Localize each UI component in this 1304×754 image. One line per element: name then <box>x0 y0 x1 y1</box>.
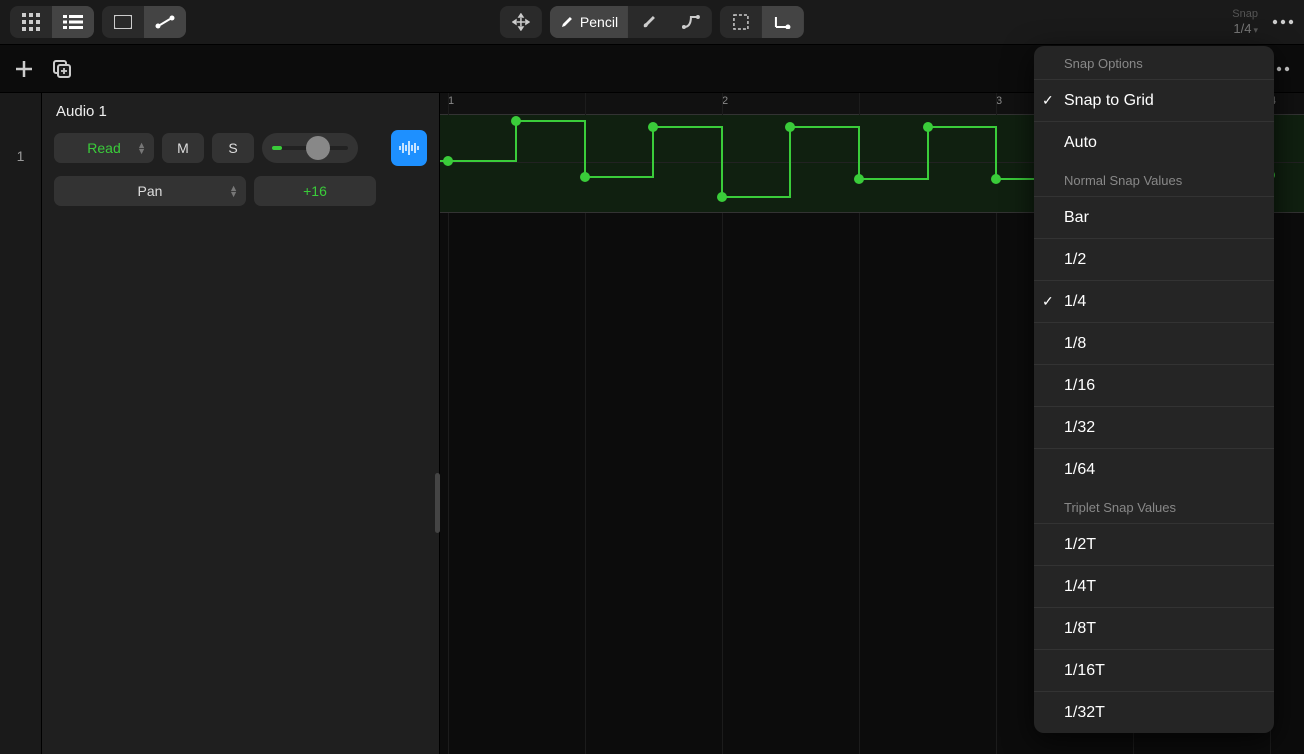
add-track-button[interactable] <box>14 59 34 79</box>
top-toolbar: Pencil Snap 1/4▾ <box>0 0 1304 45</box>
scroll-thumb[interactable] <box>435 473 440 533</box>
pencil-label: Pencil <box>580 14 618 30</box>
snap-label: Snap <box>1232 8 1258 21</box>
track-header-left <box>14 59 72 79</box>
updown-icon: ▲▼ <box>137 142 146 155</box>
track-index: 1 <box>17 148 25 164</box>
snap-value-item[interactable]: ✓1/4 <box>1034 280 1274 322</box>
edit-tool-group: Pencil <box>550 6 712 38</box>
automation-mode-selector[interactable]: Read ▲▼ <box>54 133 154 163</box>
snap-value-item[interactable]: 1/16 <box>1034 364 1274 406</box>
snap-value-item[interactable]: 1/32T <box>1034 691 1274 733</box>
snap-value-item[interactable]: 1/2T <box>1034 523 1274 565</box>
normal-snap-header: Normal Snap Values <box>1034 163 1274 196</box>
param-value: +16 <box>303 183 327 199</box>
track-inspector-panel: Audio 1 Read ▲▼ M S Pan ▲▼ +16 <box>42 93 440 754</box>
snap-value-item[interactable]: 1/16T <box>1034 649 1274 691</box>
snap-display[interactable]: Snap 1/4▾ <box>1232 8 1258 37</box>
track-name-label[interactable]: Audio 1 <box>56 103 427 120</box>
snap-options-popup: Snap Options ✓ Snap to Grid Auto Normal … <box>1034 46 1274 733</box>
view-mode-group <box>10 6 94 38</box>
snap-value-item[interactable]: 1/8T <box>1034 607 1274 649</box>
triplet-snap-header: Triplet Snap Values <box>1034 490 1274 523</box>
automation-view-button[interactable] <box>144 6 186 38</box>
snap-value-item[interactable]: 1/64 <box>1034 448 1274 490</box>
automation-value-field[interactable]: +16 <box>254 176 376 206</box>
chevron-down-icon: ▾ <box>1253 25 1258 35</box>
snap-value-item[interactable]: Bar <box>1034 196 1274 238</box>
updown-icon: ▲▼ <box>229 185 238 198</box>
automation-select-button[interactable] <box>762 6 804 38</box>
move-tool-group <box>500 6 542 38</box>
track-index-gutter: 1 <box>0 93 42 754</box>
display-mode-group <box>102 6 186 38</box>
snap-value-item[interactable]: 1/4T <box>1034 565 1274 607</box>
volume-slider[interactable] <box>262 133 358 163</box>
pencil-tool-button[interactable]: Pencil <box>550 6 628 38</box>
param-label: Pan <box>138 183 163 199</box>
automation-mode-label: Read <box>87 140 120 156</box>
duplicate-track-button[interactable] <box>52 59 72 79</box>
curve-tool-button[interactable] <box>670 6 712 38</box>
slider-knob[interactable] <box>306 136 330 160</box>
waveform-button[interactable] <box>391 130 427 166</box>
move-tool-button[interactable] <box>500 6 542 38</box>
selection-tool-group <box>720 6 804 38</box>
more-menu-button[interactable] <box>1272 19 1294 25</box>
snap-value-item[interactable]: 1/2 <box>1034 238 1274 280</box>
list-view-button[interactable] <box>52 6 94 38</box>
snap-value-item[interactable]: 1/8 <box>1034 322 1274 364</box>
grid-view-button[interactable] <box>10 6 52 38</box>
region-view-button[interactable] <box>102 6 144 38</box>
brush-tool-button[interactable] <box>628 6 670 38</box>
snap-to-grid-item[interactable]: ✓ Snap to Grid <box>1034 79 1274 121</box>
check-icon: ✓ <box>1042 92 1054 109</box>
snap-value: 1/4 <box>1233 21 1251 36</box>
solo-button[interactable]: S <box>212 133 254 163</box>
check-icon: ✓ <box>1042 293 1054 310</box>
marquee-tool-button[interactable] <box>720 6 762 38</box>
toolbar-right: Snap 1/4▾ <box>1232 8 1294 37</box>
snap-options-header: Snap Options <box>1034 46 1274 79</box>
mute-button[interactable]: M <box>162 133 204 163</box>
snap-auto-item[interactable]: Auto <box>1034 121 1274 163</box>
snap-value-item[interactable]: 1/32 <box>1034 406 1274 448</box>
slider-fill <box>272 146 282 150</box>
toolbar-center: Pencil <box>500 6 804 38</box>
automation-param-selector[interactable]: Pan ▲▼ <box>54 176 246 206</box>
